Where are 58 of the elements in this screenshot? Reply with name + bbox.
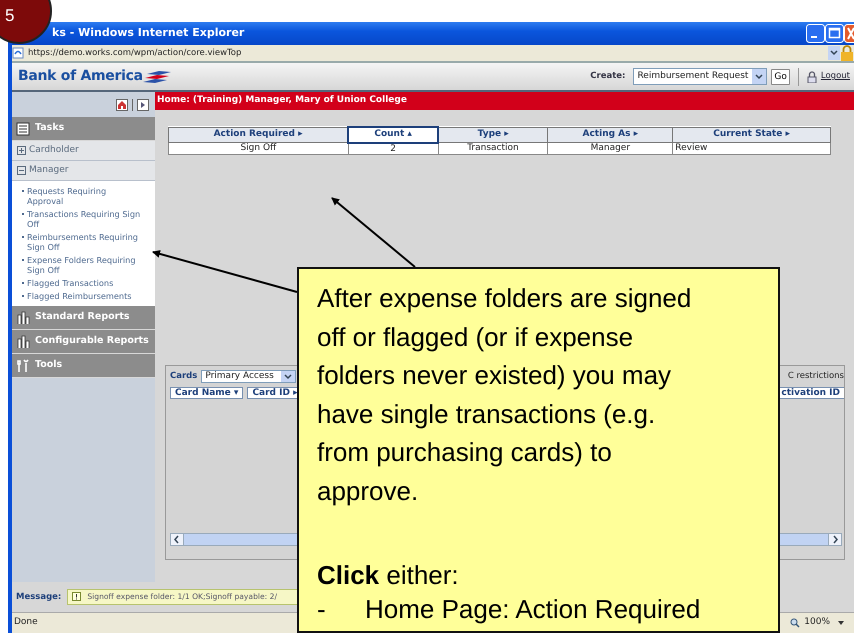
ie-page-icon: [12, 47, 24, 59]
window-title: ks - Windows Internet Explorer: [52, 25, 244, 42]
bar-chart-icon: [16, 334, 30, 348]
list-marker: -: [317, 594, 327, 622]
column-header[interactable]: Acting As ▸: [548, 127, 673, 142]
panel-toggle-icon[interactable]: [137, 98, 149, 110]
caret-icon: [755, 74, 764, 80]
logout-link[interactable]: Logout: [820, 70, 850, 83]
sidebar-link[interactable]: Flagged Reimbursements: [22, 291, 141, 301]
table-cell: Review: [672, 142, 830, 154]
sidebar-group[interactable]: Manager: [12, 161, 155, 181]
create-select[interactable]: Reimbursement Request: [633, 68, 768, 85]
table-cell: Sign Off: [168, 142, 348, 154]
table-cell: Transaction: [438, 142, 548, 154]
status-text: Done: [14, 616, 38, 630]
cards-label: Cards: [170, 370, 198, 383]
table-cell: 2: [348, 142, 438, 154]
step-number: 5: [5, 5, 14, 27]
dropdown-button[interactable]: [828, 46, 840, 60]
filter-select[interactable]: Primary Access: [201, 370, 296, 383]
expand-icon: [17, 146, 26, 155]
sidebar-link[interactable]: Requests Requiring Approval: [22, 186, 141, 206]
close-button[interactable]: [844, 24, 854, 43]
column-header[interactable]: Current State ▸: [672, 127, 830, 142]
callout-text: After expense folders are signed off or flagged (or if expense folders never existed) you may have single transactions (e.g. from purchasing cards) to approve.: [317, 282, 692, 508]
zoom-level[interactable]: 100%: [804, 616, 830, 630]
home-icon[interactable]: [116, 98, 128, 110]
flag-logo-icon: [142, 70, 173, 84]
column-header[interactable]: Type ▸: [438, 127, 548, 142]
sidebar-link[interactable]: Transactions Requiring Sign Off: [22, 209, 141, 229]
sidebar-group[interactable]: Cardholder: [12, 141, 155, 161]
column-header[interactable]: Card Name ▾: [170, 387, 244, 399]
column-header[interactable]: Action Required ▸: [168, 127, 348, 142]
minimize-button[interactable]: [806, 24, 825, 43]
logo-text: Bank of America: [18, 67, 143, 86]
sidebar-link[interactable]: Reimbursements Requiring Sign Off: [22, 232, 141, 252]
column-header[interactable]: Count ▴: [348, 127, 438, 142]
breadcrumb-bar: Home: (Training) Manager, Mary of Union College: [155, 92, 854, 110]
go-button[interactable]: Go: [771, 68, 790, 84]
callout-instruction: Click either:: [317, 559, 460, 592]
collapse-icon: [17, 166, 26, 175]
table-cell: Manager: [548, 142, 673, 154]
message-label: Message:: [16, 590, 62, 604]
sidebar-link[interactable]: Flagged Transactions: [22, 278, 141, 288]
warning-icon: [72, 592, 82, 602]
bar-chart-icon: [16, 310, 30, 324]
list-icon: [16, 122, 30, 136]
caret-icon: [284, 374, 292, 380]
maximize-button[interactable]: [825, 24, 844, 43]
caret-icon: [838, 621, 844, 625]
create-label: Create:: [590, 70, 626, 83]
tools-icon: [16, 358, 30, 372]
lock-icon: [840, 45, 854, 61]
zoom-icon: [790, 618, 800, 628]
list-item-text: Home Page: Action Required: [365, 594, 700, 622]
lock-icon: [806, 70, 817, 82]
sidebar-link[interactable]: Expense Folders Requiring Sign Off: [22, 255, 141, 275]
restrictions-text: C restrictions: [788, 370, 844, 383]
